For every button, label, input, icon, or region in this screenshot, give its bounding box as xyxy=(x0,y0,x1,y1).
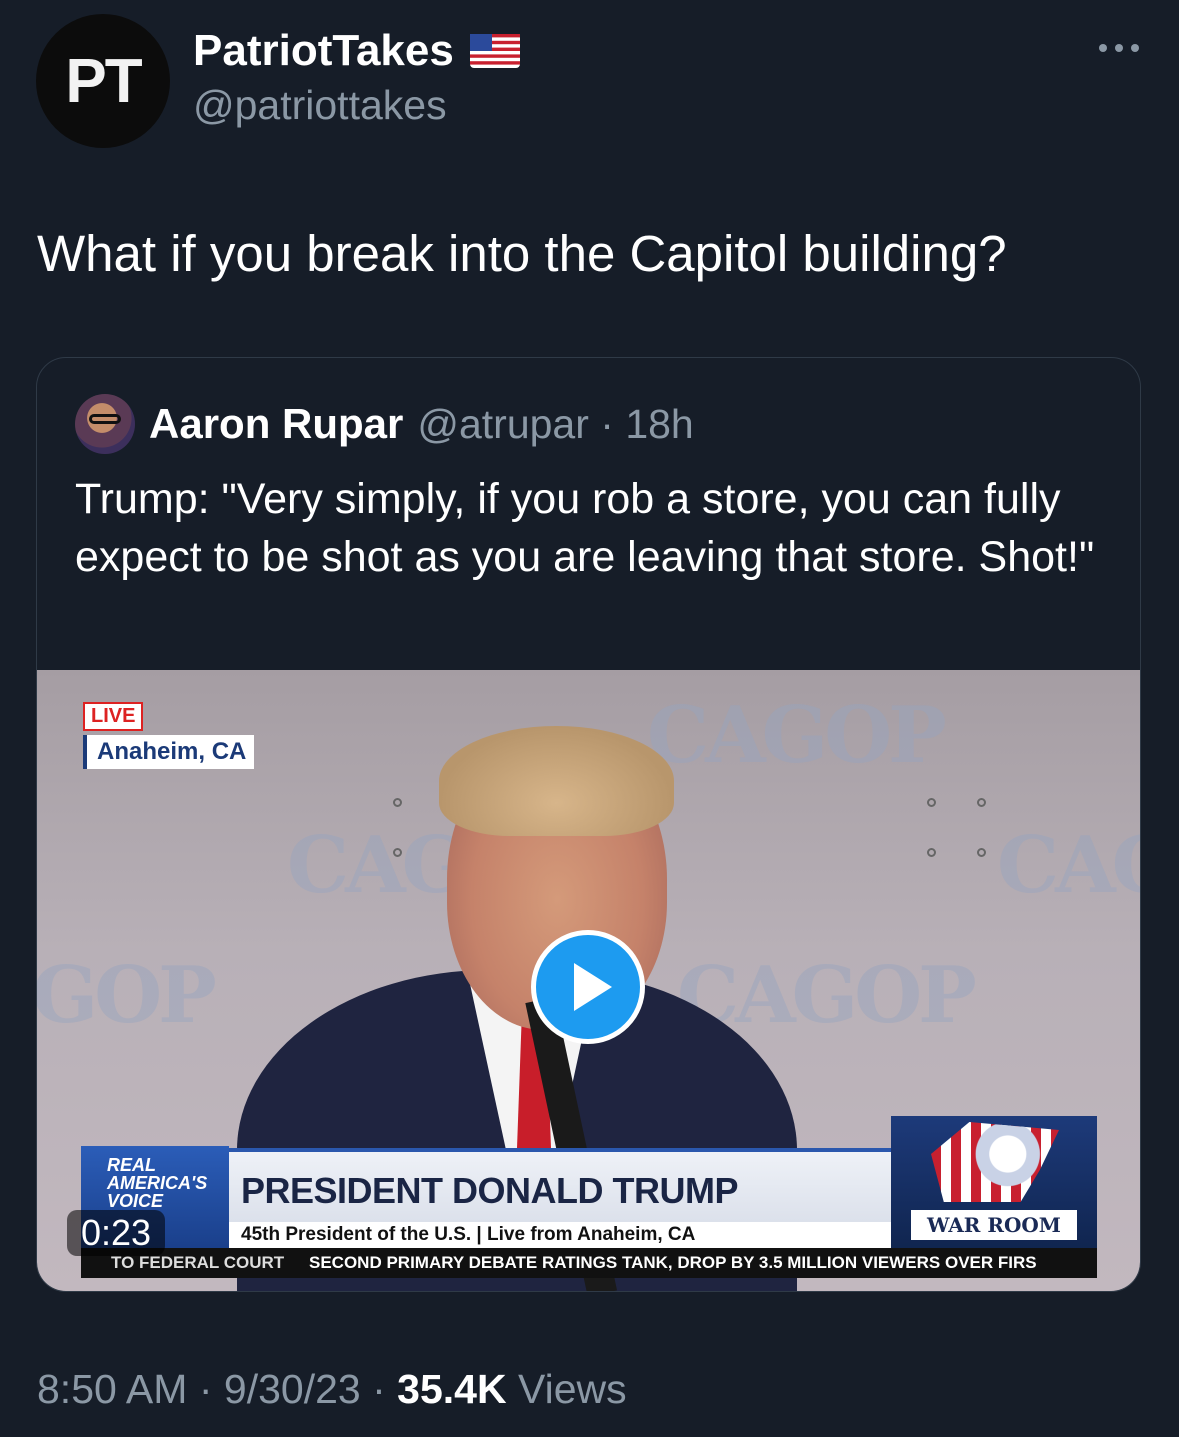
quoted-tweet[interactable]: Aaron Rupar @atrupar · 18h Trump: "Very … xyxy=(36,357,1141,1292)
speaker-hair xyxy=(439,726,674,836)
news-ticker: TO FEDERAL COURT SECOND PRIMARY DEBATE R… xyxy=(81,1248,1097,1278)
nameplate-subtitle: 45th President of the U.S. | Live from A… xyxy=(229,1222,891,1248)
video-player[interactable]: CAGOP CAGOP CAGOP CAGOP CAGOP LIVE Anahe… xyxy=(37,670,1140,1291)
author-display-name[interactable]: PatriotTakes xyxy=(193,26,454,76)
quoted-display-name: Aaron Rupar xyxy=(149,400,404,447)
quoted-avatar xyxy=(75,394,135,454)
separator-dot: · xyxy=(198,1366,213,1412)
tweet-date[interactable]: 9/30/23 xyxy=(224,1366,361,1412)
live-badge: LIVE xyxy=(83,702,144,731)
nameplate: PRESIDENT DONALD TRUMP 45th President of… xyxy=(229,1148,891,1252)
live-location-badge: LIVE Anaheim, CA xyxy=(83,702,255,769)
tweet-time[interactable]: 8:50 AM xyxy=(37,1366,187,1412)
nameplate-title: PRESIDENT DONALD TRUMP xyxy=(241,1170,739,1211)
quoted-header: Aaron Rupar @atrupar · 18h xyxy=(75,394,694,454)
tweet-meta: 8:50 AM · 9/30/23 · 35.4K Views xyxy=(37,1366,627,1413)
lower-third: REAL AMERICA'S VOICE PRESIDENT DONALD TR… xyxy=(81,1116,1097,1252)
us-flag-icon xyxy=(469,34,520,68)
quoted-handle-time: @atrupar · 18h xyxy=(417,400,694,447)
ticker-right: SECOND PRIMARY DEBATE RATINGS TANK, DROP… xyxy=(309,1253,1037,1272)
more-horizontal-icon[interactable] xyxy=(1099,44,1139,52)
video-duration: 0:23 xyxy=(67,1210,166,1256)
views-count: 35.4K xyxy=(397,1366,507,1412)
war-room-logo: WAR ROOM xyxy=(891,1116,1097,1250)
author-handle[interactable]: @patriottakes xyxy=(193,82,520,129)
play-icon[interactable] xyxy=(531,930,645,1044)
separator-dot: · xyxy=(372,1366,386,1412)
author-avatar[interactable]: PT xyxy=(36,14,170,148)
location-label: Anaheim, CA xyxy=(83,735,255,769)
tweet-text: What if you break into the Capitol build… xyxy=(37,225,1007,282)
war-room-label: WAR ROOM xyxy=(911,1210,1077,1240)
eagle-icon xyxy=(931,1122,1059,1202)
author-info: PatriotTakes @patriottakes xyxy=(193,26,520,129)
background-logo: CAGOP xyxy=(647,690,947,781)
avatar-initials: PT xyxy=(65,46,142,116)
views-label: Views xyxy=(518,1366,627,1412)
background-logo: CAGOP xyxy=(997,820,1140,911)
background-logo: CAGOP xyxy=(37,950,217,1041)
quoted-text: Trump: "Very simply, if you rob a store,… xyxy=(75,475,1095,581)
